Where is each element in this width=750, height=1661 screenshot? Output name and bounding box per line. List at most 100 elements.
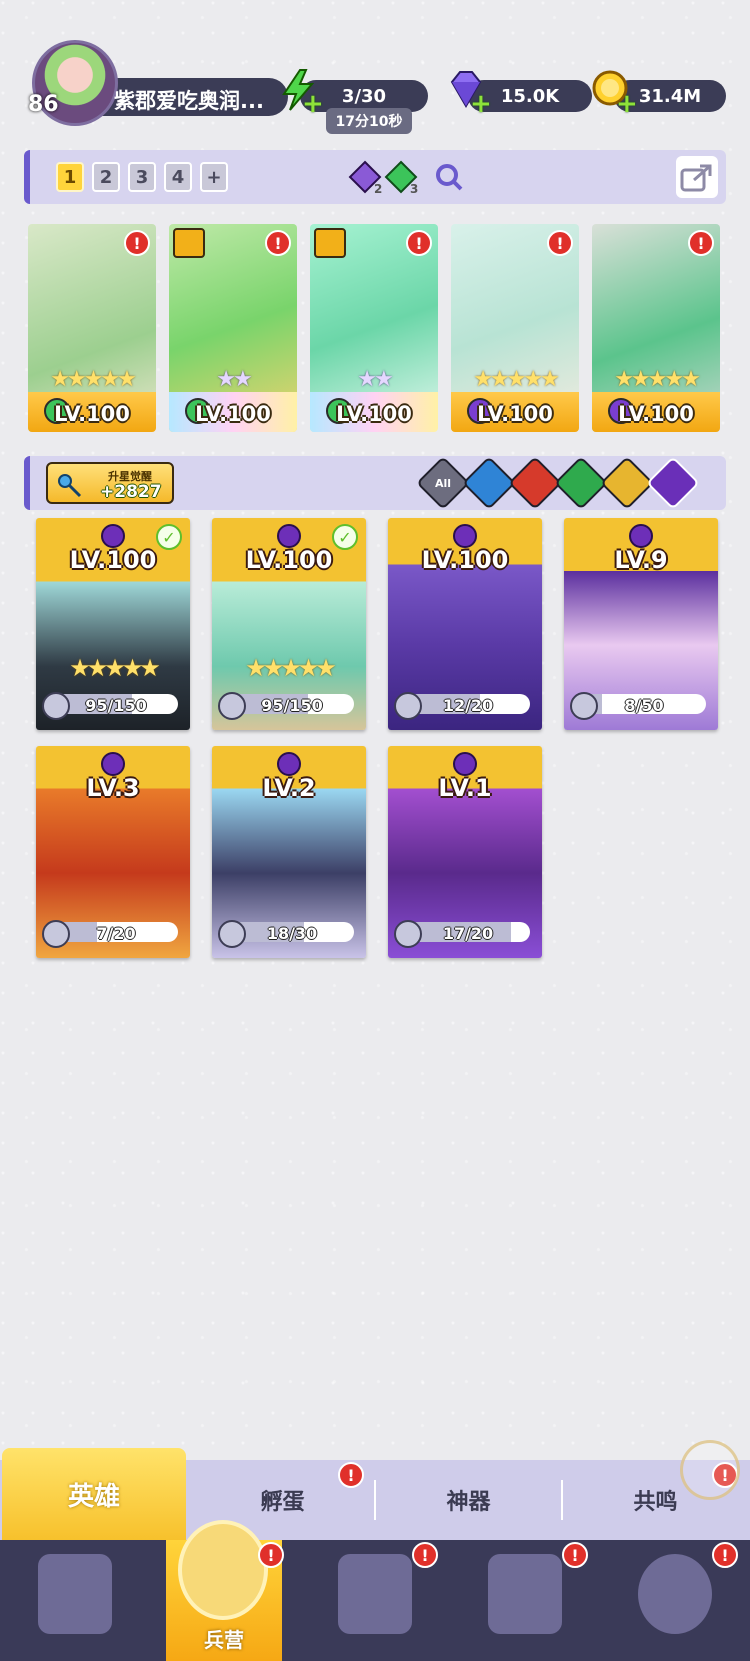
nav-barracks[interactable]: 兵营 ! (166, 1520, 284, 1661)
rank-badge-icon (173, 228, 205, 258)
dark-gem-count: 2 (374, 182, 383, 196)
hero-level: LV.100 (477, 402, 553, 426)
filter-water-icon[interactable] (462, 456, 516, 510)
top-bar: 86 紫郡爱吃奥润... 3/30 + 17分10秒 15.0K + 31.4M… (24, 36, 734, 134)
team-bar: 1 2 3 4 + 2 3 (24, 150, 726, 204)
hero-level: LV.100 (245, 546, 333, 574)
hero-card[interactable]: LV.9 8/50 (564, 518, 718, 730)
gem-resource[interactable]: 15.0K + (444, 71, 604, 117)
bottom-nav: 兵营 ! ! ! ! (0, 1520, 750, 1661)
tab-artifacts[interactable]: 神器 (376, 1460, 561, 1540)
cards-icon (38, 1554, 112, 1634)
team-card[interactable]: ★★★★★ LV.100 ! (28, 224, 156, 432)
hero-stars: ★★★★★ (245, 654, 337, 682)
hero-level: LV.100 (69, 546, 157, 574)
filter-all[interactable]: All (416, 456, 470, 510)
team-tab-1[interactable]: 1 (56, 162, 84, 192)
energy-plus-icon[interactable]: + (302, 91, 324, 117)
filter-nature-icon[interactable] (554, 456, 608, 510)
hero-card[interactable]: LV.1 17/20 (388, 746, 542, 958)
gold-plus-icon[interactable]: + (616, 91, 638, 117)
hero-level: LV.100 (618, 402, 694, 426)
floating-circle-button[interactable] (680, 1440, 740, 1500)
player-level: 86 (28, 92, 59, 117)
dark-element-icon (101, 752, 125, 776)
team-tab-2[interactable]: 2 (92, 162, 120, 192)
shard-progress-text: 12/20 (442, 696, 494, 715)
nav-guild[interactable]: ! (600, 1540, 750, 1661)
alert-icon: ! (412, 1542, 438, 1568)
hero-stars: ★★★★★ (69, 654, 161, 682)
shard-progress-text: 17/20 (442, 924, 494, 943)
hero-level: LV.100 (54, 402, 130, 426)
share-icon (680, 164, 712, 192)
hero-stars: ★★★★★ (50, 367, 137, 392)
hero-level: LV.3 (86, 774, 140, 802)
nav-cards[interactable] (0, 1540, 150, 1661)
sub-tab-bar: 英雄 孵蛋 ! 神器 共鸣 ! (0, 1448, 750, 1540)
hero-stars: ★★★★★ (473, 367, 560, 392)
hero-level: LV.100 (336, 402, 412, 426)
hero-grid: ✓ LV.100 ★★★★★ 95/150 ✓ LV.100 ★★★★★ 95/… (36, 518, 726, 958)
hero-level: LV.9 (614, 546, 668, 574)
nav-barracks-label: 兵营 (204, 1628, 244, 1652)
hero-level: LV.1 (438, 774, 492, 802)
filter-bar: 升星觉醒 +2827 All (24, 456, 726, 510)
player-profile[interactable]: 86 紫郡爱吃奥润... (24, 36, 288, 126)
filter-light-icon[interactable] (600, 456, 654, 510)
alert-icon: ! (258, 1542, 284, 1568)
alert-icon: ! (547, 230, 573, 256)
search-icon[interactable] (432, 160, 466, 194)
alert-icon: ! (265, 230, 291, 256)
hero-stars: ★★ (357, 367, 393, 392)
hero-level: LV.100 (421, 546, 509, 574)
shard-progress-text: 95/150 (261, 696, 323, 715)
dark-element-icon (277, 752, 301, 776)
energy-timer: 17分10秒 (326, 108, 412, 134)
hero-card[interactable]: ✓ LV.100 ★★★★★ 95/150 (212, 518, 366, 730)
hero-level: LV.2 (262, 774, 316, 802)
nature-gem-count: 3 (410, 182, 419, 196)
nav-temple[interactable]: ! (450, 1540, 600, 1661)
team-lineup: ★★★★★ LV.100 ! ★★ LV.100 ! ★★ LV.100 ! ★… (28, 224, 728, 432)
temple-icon (488, 1554, 562, 1634)
nav-map[interactable]: ! (300, 1540, 450, 1661)
hero-card[interactable]: LV.100 12/20 (388, 518, 542, 730)
team-tab-3[interactable]: 3 (128, 162, 156, 192)
filter-dark-icon[interactable] (646, 456, 700, 510)
dark-element-icon (453, 752, 477, 776)
hero-card[interactable]: LV.2 18/30 (212, 746, 366, 958)
alert-icon: ! (338, 1462, 364, 1488)
dark-element-icon (629, 524, 653, 548)
gold-resource[interactable]: 31.4M + (590, 70, 750, 117)
player-name: 紫郡爱吃奥润... (114, 89, 264, 113)
alert-icon: ! (712, 1542, 738, 1568)
hero-card[interactable]: ✓ LV.100 ★★★★★ 95/150 (36, 518, 190, 730)
rank-badge-icon (314, 228, 346, 258)
awaken-value: +2827 (100, 482, 162, 502)
tab-heroes[interactable]: 英雄 (2, 1448, 186, 1540)
alert-icon: ! (124, 230, 150, 256)
dark-element-icon (101, 524, 125, 548)
alert-icon: ! (406, 230, 432, 256)
barracks-icon (178, 1520, 268, 1620)
alert-icon: ! (562, 1542, 588, 1568)
shard-progress-text: 7/20 (96, 924, 136, 943)
hero-stars: ★★ (216, 367, 252, 392)
map-book-icon (338, 1554, 412, 1634)
filter-fire-icon[interactable] (508, 456, 562, 510)
team-card[interactable]: ★★ LV.100 ! (310, 224, 438, 432)
key-icon (58, 474, 82, 498)
alert-icon: ! (688, 230, 714, 256)
shard-progress-text: 18/30 (266, 924, 318, 943)
hero-level: LV.100 (195, 402, 271, 426)
team-card[interactable]: ★★★★★ LV.100 ! (592, 224, 720, 432)
awaken-button[interactable]: 升星觉醒 +2827 (46, 462, 174, 504)
team-tab-4[interactable]: 4 (164, 162, 192, 192)
team-card[interactable]: ★★★★★ LV.100 ! (451, 224, 579, 432)
hero-card[interactable]: LV.3 7/20 (36, 746, 190, 958)
gem-plus-icon[interactable]: + (470, 91, 492, 117)
share-button[interactable] (676, 156, 718, 198)
add-team-button[interactable]: + (200, 162, 228, 192)
team-card[interactable]: ★★ LV.100 ! (169, 224, 297, 432)
